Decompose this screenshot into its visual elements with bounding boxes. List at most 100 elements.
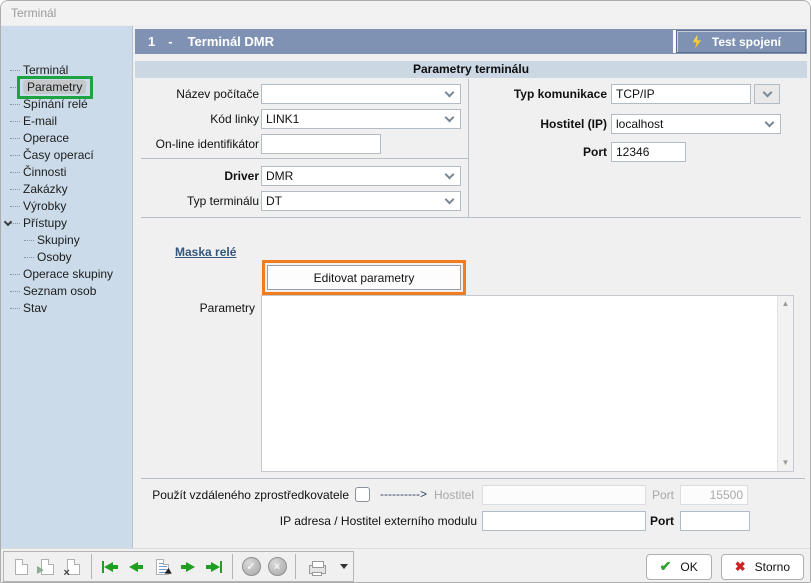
computer-name-label: Název počítače <box>133 84 259 104</box>
storno-button[interactable]: ✖ Storno <box>721 554 804 580</box>
sidebar-item-zakazky[interactable]: Zakázky <box>1 181 132 198</box>
remote-host-label: Hostitel <box>421 485 474 505</box>
sidebar-item-operace[interactable]: Operace <box>1 130 132 147</box>
external-module-port-label: Port <box>645 511 674 531</box>
scroll-down-icon[interactable]: ▼ <box>782 455 790 471</box>
delete-record-icon[interactable]: × <box>61 555 85 579</box>
sidebar-item-casy-operaci[interactable]: Časy operací <box>1 147 132 164</box>
separator-line <box>141 158 468 159</box>
sidebar-item-label: Parametry <box>23 80 86 94</box>
sidebar-item-vyrobky[interactable]: Výrobky <box>1 198 132 215</box>
record-title: Terminál DMR <box>188 34 274 49</box>
driver-combo[interactable] <box>261 166 461 186</box>
footer-bar: × ✓ × ✔ OK ✖ Storno <box>1 548 810 583</box>
record-header-bar: 1 - Terminál DMR Test spojení <box>135 29 807 54</box>
previous-record-icon[interactable] <box>124 555 148 579</box>
chevron-down-icon[interactable] <box>445 113 455 123</box>
chevron-down-icon[interactable] <box>445 195 455 205</box>
dashed-arrow: ----------> <box>380 487 427 501</box>
chevron-down-icon <box>762 88 772 98</box>
sidebar-item-operace-skupiny[interactable]: Operace skupiny <box>1 266 132 283</box>
scroll-up-icon[interactable]: ▲ <box>782 296 790 312</box>
sidebar-item-label: Přístupy <box>23 216 67 230</box>
toolbar-separator <box>295 554 296 579</box>
port-label: Port <box>473 142 607 162</box>
print-dropdown-icon[interactable] <box>334 555 348 579</box>
terminal-window: Terminál Terminál Parametry Spínání relé… <box>0 0 811 583</box>
driver-input[interactable] <box>262 169 446 183</box>
sidebar-item-label: Výrobky <box>23 199 66 213</box>
edit-parameters-button[interactable]: Editovat parametry <box>267 265 461 290</box>
section-title: Parametry terminálu <box>413 62 529 76</box>
host-ip-input[interactable] <box>612 117 766 131</box>
chevron-down-icon[interactable] <box>765 118 775 128</box>
sidebar-item-label: Osoby <box>37 250 72 264</box>
sidebar-item-stav[interactable]: Stav <box>1 300 132 317</box>
page-glyph <box>156 559 169 575</box>
lightning-icon <box>691 35 703 49</box>
vertical-scrollbar[interactable]: ▲ ▼ <box>777 296 793 471</box>
toolbar-separator <box>232 554 233 579</box>
page-glyph <box>15 559 28 575</box>
record-number: 1 <box>148 34 155 49</box>
sidebar-item-terminal[interactable]: Terminál <box>1 62 132 79</box>
computer-name-input[interactable] <box>262 87 446 101</box>
terminal-type-input[interactable] <box>262 194 446 208</box>
sidebar-item-label: Stav <box>23 301 47 315</box>
first-record-icon[interactable] <box>98 555 122 579</box>
ok-label: OK <box>680 560 697 574</box>
terminal-type-combo[interactable] <box>261 191 461 211</box>
ok-button[interactable]: ✔ OK <box>646 554 712 580</box>
sidebar-item-osoby[interactable]: Osoby <box>1 249 132 266</box>
test-connection-button[interactable]: Test spojení <box>676 30 806 53</box>
port-input[interactable] <box>611 142 686 162</box>
sidebar-item-label: Terminál <box>23 63 68 77</box>
sidebar-item-label: Operace skupiny <box>23 267 113 281</box>
external-module-port-input[interactable] <box>680 511 750 531</box>
page-glyph <box>41 559 54 575</box>
sidebar-item-label: Seznam osob <box>23 284 96 298</box>
cancel-icon[interactable]: × <box>265 555 289 579</box>
communication-type-input[interactable] <box>611 84 751 104</box>
last-record-icon[interactable] <box>202 555 226 579</box>
chevron-down-icon[interactable] <box>445 170 455 180</box>
storno-label: Storno <box>755 560 790 574</box>
nav-glyph <box>102 561 118 573</box>
sidebar-item-e-mail[interactable]: E-mail <box>1 113 132 130</box>
main-panel: 1 - Terminál DMR Test spojení Parametry … <box>132 26 810 548</box>
window-titlebar: Terminál <box>1 1 810 26</box>
separator-line <box>468 79 469 217</box>
sidebar-item-pristupy[interactable]: Přístupy <box>1 215 132 232</box>
host-ip-combo[interactable] <box>611 114 781 134</box>
line-code-combo[interactable] <box>261 109 461 129</box>
sidebar-item-parametry[interactable]: Parametry <box>1 79 132 96</box>
sidebar-item-skupiny[interactable]: Skupiny <box>1 232 132 249</box>
chevron-down-icon[interactable] <box>445 88 455 98</box>
line-code-input[interactable] <box>262 112 446 126</box>
relay-mask-link[interactable]: Maska relé <box>175 245 236 259</box>
separator-line <box>141 217 801 218</box>
apply-icon[interactable]: ✓ <box>239 555 263 579</box>
new-record-icon[interactable] <box>9 555 33 579</box>
communication-type-dropdown-button[interactable] <box>754 84 780 104</box>
x-circle-glyph: × <box>268 557 287 576</box>
sidebar-item-seznam-osob[interactable]: Seznam osob <box>1 283 132 300</box>
computer-name-combo[interactable] <box>261 84 461 104</box>
print-icon[interactable] <box>302 555 332 579</box>
driver-label: Driver <box>133 166 259 186</box>
browse-records-icon[interactable] <box>150 555 174 579</box>
sidebar-item-label: Skupiny <box>37 233 80 247</box>
printer-glyph <box>309 561 326 575</box>
online-identifier-input[interactable] <box>261 134 381 154</box>
use-remote-mediator-checkbox[interactable] <box>355 487 370 502</box>
sidebar-item-cinnosti[interactable]: Činnosti <box>1 164 132 181</box>
external-module-host-input[interactable] <box>482 511 646 531</box>
duplicate-record-icon[interactable] <box>35 555 59 579</box>
remote-port-label: Port <box>645 485 674 505</box>
sidebar-item-spinani-rele[interactable]: Spínání relé <box>1 96 132 113</box>
parameters-textarea[interactable] <box>262 296 776 471</box>
host-ip-label: Hostitel (IP) <box>473 114 607 134</box>
chevron-down-icon[interactable] <box>4 218 12 226</box>
page-glyph: × <box>67 559 80 575</box>
next-record-icon[interactable] <box>176 555 200 579</box>
